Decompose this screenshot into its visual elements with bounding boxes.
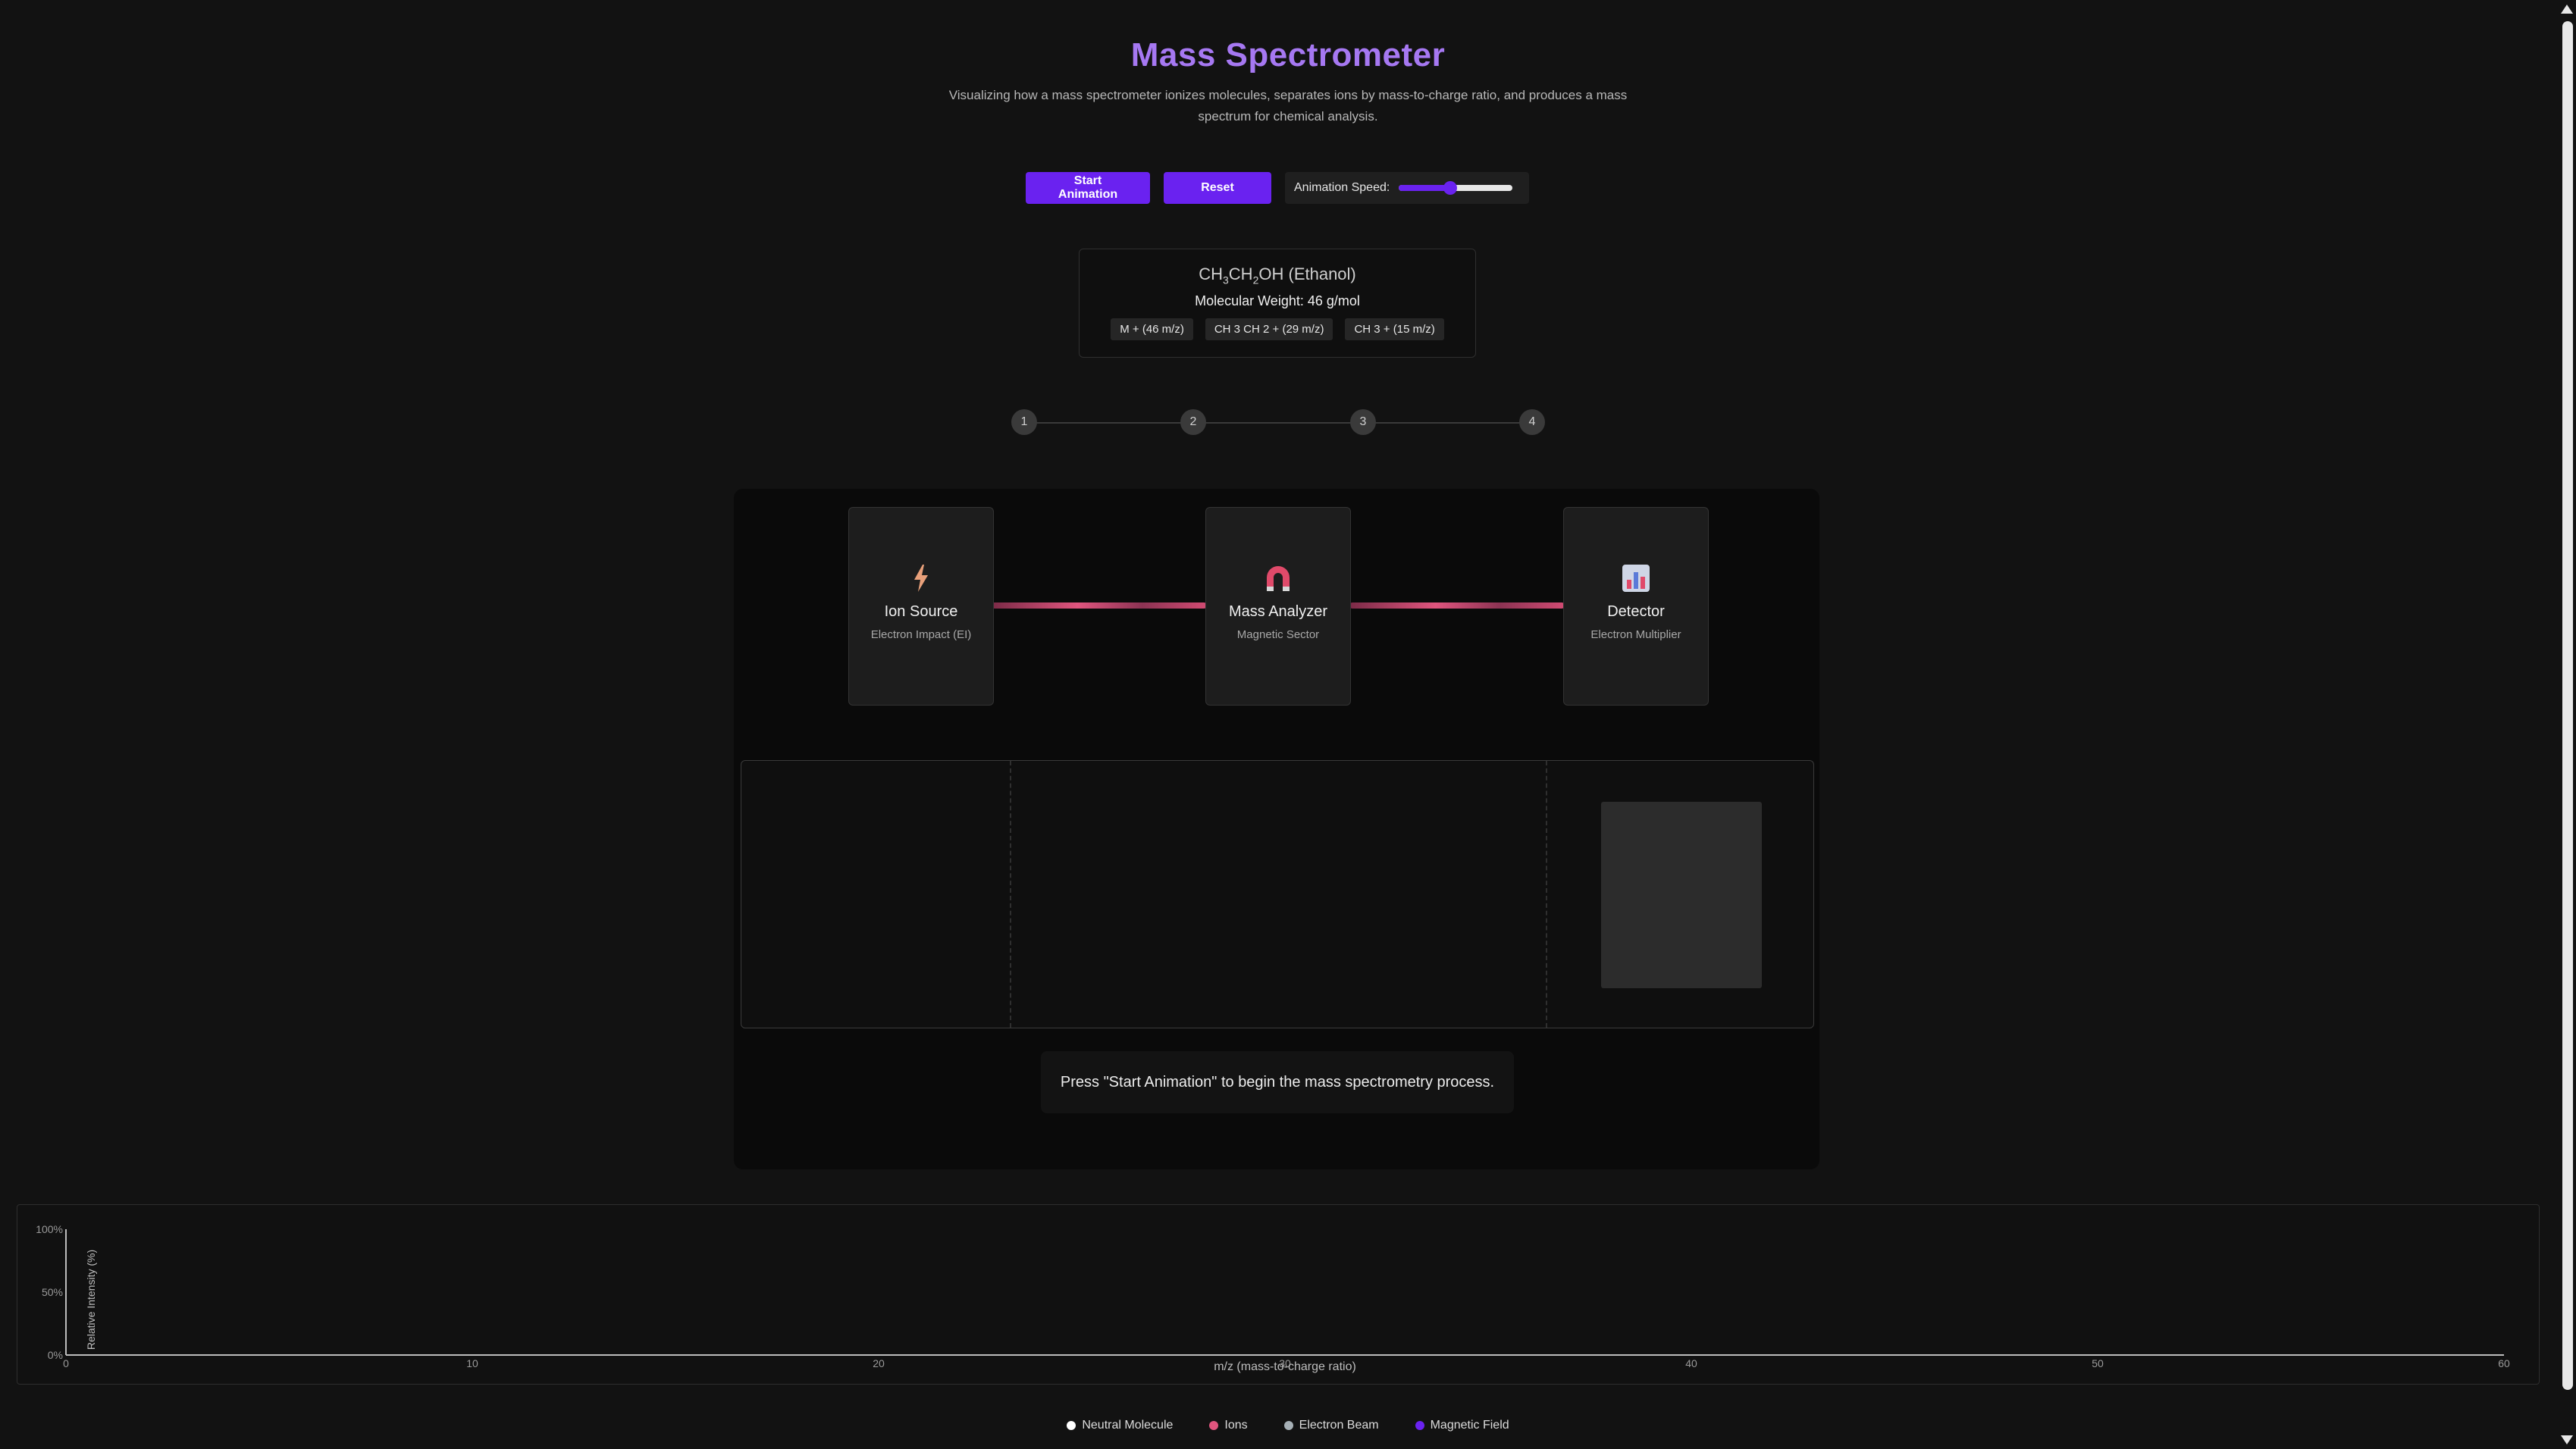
x-tick-label: 60: [2498, 1357, 2510, 1369]
legend-dot: [1283, 1421, 1293, 1430]
legend-label: Ions: [1224, 1419, 1248, 1432]
fragment-chip: CH 3 + (15 m/z): [1345, 318, 1444, 341]
page: Mass Spectrometer Visualizing how a mass…: [0, 0, 2576, 1449]
legend-item: Ions: [1209, 1419, 1248, 1432]
legend-dot: [1209, 1421, 1219, 1430]
x-tick-label: 20: [873, 1357, 885, 1369]
mass-analyzer-card: Mass Analyzer Magnetic Sector: [1205, 507, 1351, 706]
start-animation-button[interactable]: Start Animation: [1026, 172, 1150, 204]
page-title: Mass Spectrometer: [1130, 36, 1446, 74]
page-scrollbar[interactable]: [2558, 0, 2576, 1449]
y-axis-title: Relative Intensity (%): [85, 1250, 97, 1350]
detector-plate: [1601, 802, 1762, 988]
step-1[interactable]: 1: [1011, 409, 1037, 435]
step-indicator: 1 2 3 4: [1011, 409, 1545, 437]
component-type: Electron Impact (EI): [870, 628, 972, 641]
ion-beam-2: [1349, 602, 1565, 609]
reset-button[interactable]: Reset: [1164, 172, 1271, 204]
apparatus-panel: Ion Source Electron Impact (EI) Mass Ana…: [734, 489, 1819, 1169]
spectrum-svg: 0 10 20 30 40 50 600%50%100%m/z (mass-to-charg…: [36, 1223, 2510, 1373]
chamber-divider: [1010, 761, 1011, 1028]
x-tick-label: 50: [2092, 1357, 2104, 1369]
detector-icon: [1564, 561, 1708, 596]
speed-slider[interactable]: [1399, 181, 1513, 195]
fragment-chip: M + (46 m/z): [1111, 318, 1193, 341]
ion-path-chamber: [741, 760, 1814, 1028]
ion-source-card: Ion Source Electron Impact (EI): [848, 507, 994, 706]
legend-item: Electron Beam: [1283, 1419, 1379, 1432]
legend-label: Electron Beam: [1299, 1419, 1379, 1432]
component-type: Magnetic Sector: [1236, 628, 1320, 641]
legend-label: Neutral Molecule: [1082, 1419, 1174, 1432]
molecule-card: CH3CH2OH (Ethanol) Molecular Weight: 46 …: [1079, 249, 1476, 358]
mass-spectrum-chart: 0 10 20 30 40 50 60 0% 50% 100% m/z (mass-to-charg…: [17, 1204, 2540, 1385]
step-2[interactable]: 2: [1180, 409, 1206, 435]
detector-card: Detector Electron Multiplier: [1563, 507, 1709, 706]
page-subtitle: Visualizing how a mass spectrometer ioni…: [948, 88, 1628, 124]
x-tick-label: 10: [466, 1357, 478, 1369]
speed-slider-thumb[interactable]: [1443, 181, 1457, 195]
legend-label: Magnetic Field: [1430, 1419, 1509, 1432]
scroll-thumb[interactable]: [2562, 21, 2573, 1390]
x-axis-title: m/z (mass-to-charge ratio): [1214, 1360, 1356, 1373]
x-tick-label: 0: [63, 1357, 69, 1369]
y-tick-label: 50%: [42, 1286, 63, 1298]
legend: Neutral Molecule Ions Electron Beam Magn…: [0, 1419, 2576, 1432]
step-3[interactable]: 3: [1350, 409, 1376, 435]
y-tick-label: 100%: [36, 1223, 63, 1235]
legend-item: Magnetic Field: [1415, 1419, 1509, 1432]
step-4[interactable]: 4: [1519, 409, 1545, 435]
speed-slider-fill: [1399, 185, 1450, 191]
molecule-formula: CH3CH2OH (Ethanol): [1199, 264, 1356, 286]
molecular-weight: Molecular Weight: 46 g/mol: [1195, 293, 1360, 309]
x-tick-label: 40: [1685, 1357, 1697, 1369]
lightning-icon: [849, 561, 993, 596]
speed-control: Animation Speed:: [1285, 172, 1529, 204]
ion-beam-1: [992, 602, 1207, 609]
scroll-down-icon[interactable]: [2561, 1435, 2573, 1444]
legend-item: Neutral Molecule: [1067, 1419, 1173, 1432]
component-name: Mass Analyzer: [1228, 603, 1328, 620]
y-tick-label: 0%: [48, 1349, 63, 1361]
fragment-list: M + (46 m/z) CH 3 CH 2 + (29 m/z) CH 3 +…: [1080, 318, 1475, 341]
scroll-up-icon[interactable]: [2561, 5, 2573, 14]
legend-dot: [1067, 1421, 1076, 1430]
status-message: Press "Start Animation" to begin the mas…: [1041, 1051, 1514, 1113]
controls-bar: Start Animation Reset Animation Speed:: [1026, 172, 1529, 204]
step-connector: [1023, 422, 1533, 424]
fragment-chip: CH 3 CH 2 + (29 m/z): [1205, 318, 1333, 341]
component-type: Electron Multiplier: [1590, 628, 1681, 641]
speed-label: Animation Speed:: [1294, 181, 1390, 194]
chamber-divider: [1546, 761, 1547, 1028]
component-name: Detector: [1607, 603, 1665, 620]
magnet-icon: [1206, 561, 1350, 596]
component-name: Ion Source: [884, 603, 958, 620]
legend-dot: [1415, 1421, 1424, 1430]
